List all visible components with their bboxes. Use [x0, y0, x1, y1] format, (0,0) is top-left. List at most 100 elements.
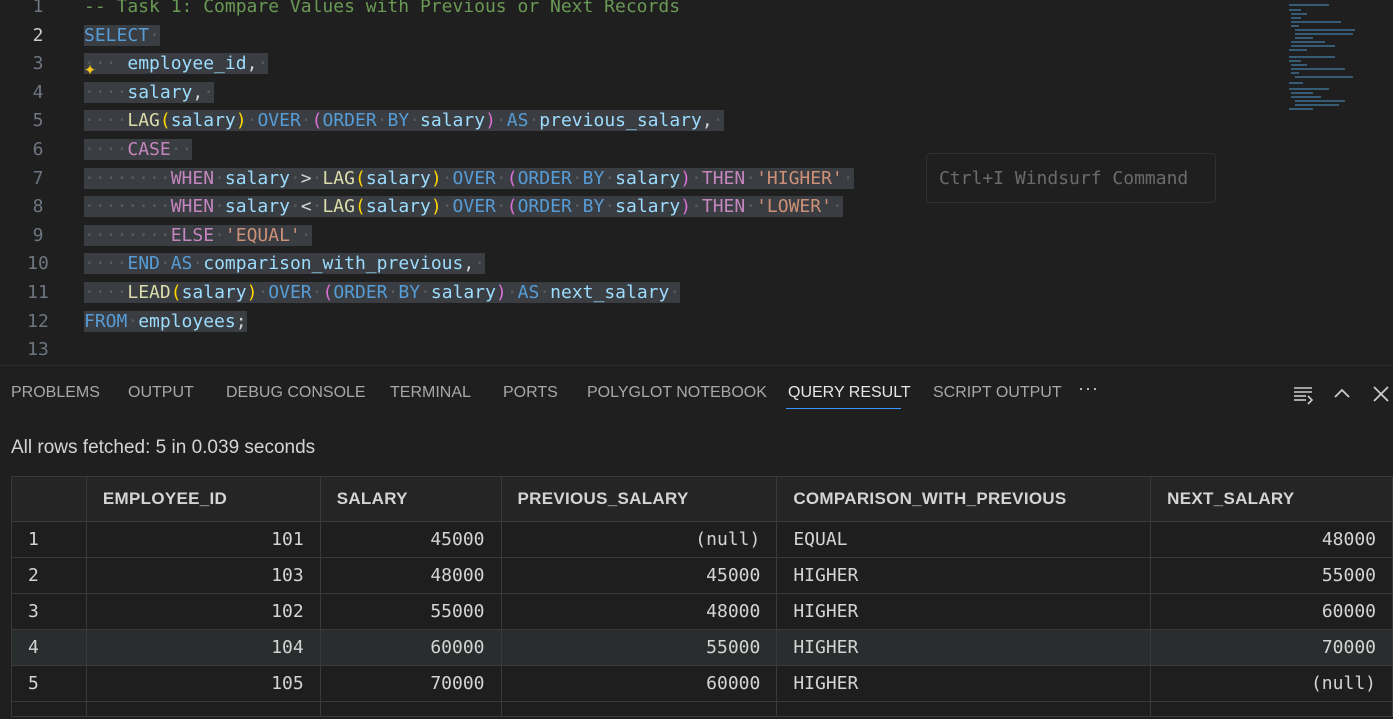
identifier-token: employee_id: [127, 53, 247, 75]
table-cell[interactable]: 48000: [319, 557, 502, 594]
table-cell[interactable]: 55000: [319, 593, 502, 630]
table-cell[interactable]: HIGHER: [776, 593, 1152, 630]
identifier-token: comparison_with_previous: [203, 253, 464, 275]
keyword-token: OVER: [452, 196, 496, 218]
keyword-token: ORDER: [517, 196, 572, 218]
minimap[interactable]: [1287, 0, 1393, 120]
code-line: ····LEAD(salary)·OVER·(ORDER·BY·salary)·…: [84, 281, 681, 303]
table-row[interactable]: 2 103 48000 45000 HIGHER 55000: [11, 557, 1393, 594]
tab-output[interactable]: OUTPUT: [128, 384, 194, 402]
panel-list-menu-icon[interactable]: [1292, 382, 1316, 406]
table-cell[interactable]: HIGHER: [776, 629, 1152, 666]
tab-problems[interactable]: PROBLEMS: [11, 384, 100, 402]
line-number: 4: [32, 81, 44, 103]
code-line: ··· employee_id,· ✦: [84, 50, 1393, 80]
line-number: 11: [27, 281, 49, 303]
table-row[interactable]: 1 101 45000 (null) EQUAL 48000: [11, 521, 1393, 558]
keyword-token: AS: [506, 110, 529, 132]
column-header[interactable]: COMPARISON_WITH_PREVIOUS: [776, 476, 1152, 522]
more-tabs-icon[interactable]: ···: [1078, 378, 1099, 399]
table-cell[interactable]: HIGHER: [776, 557, 1152, 594]
table-cell[interactable]: 104: [85, 629, 321, 666]
maximize-panel-icon[interactable]: [1330, 382, 1354, 406]
tab-query-result[interactable]: QUERY RESULT: [788, 384, 911, 402]
function-token: LAG: [127, 110, 160, 132]
table-cell[interactable]: 70000: [1150, 629, 1393, 666]
tab-terminal[interactable]: TERMINAL: [390, 384, 471, 402]
keyword-token: BY: [398, 281, 421, 303]
tab-debug-console[interactable]: DEBUG CONSOLE: [226, 384, 366, 402]
code-line: SELECT·: [84, 24, 160, 46]
keyword-token: OVER: [452, 167, 496, 189]
panel-tab-bar: PROBLEMS OUTPUT DEBUG CONSOLE TERMINAL P…: [0, 366, 1393, 422]
windsurf-command-hint[interactable]: Ctrl+I Windsurf Command: [926, 153, 1216, 203]
close-panel-icon[interactable]: [1369, 382, 1393, 406]
keyword-token: BY: [582, 167, 605, 189]
table-cell[interactable]: 102: [85, 593, 321, 630]
identifier-token: salary: [181, 281, 247, 303]
table-cell[interactable]: (null): [500, 521, 778, 558]
table-cell[interactable]: 60000: [319, 629, 502, 666]
code-line: ········ELSE·'EQUAL'·: [84, 224, 312, 246]
table-cell[interactable]: 105: [85, 665, 321, 702]
column-header[interactable]: NEXT_SALARY: [1150, 476, 1393, 522]
keyword-token: AS: [517, 281, 540, 303]
keyword-token: BY: [387, 110, 410, 132]
table-row[interactable]: 3 102 55000 48000 HIGHER 60000: [11, 593, 1393, 630]
tab-ports[interactable]: PORTS: [503, 384, 558, 402]
identifier-token: salary: [615, 196, 681, 218]
identifier-token: salary: [420, 110, 486, 132]
table-row[interactable]: 4 104 60000 55000 HIGHER 70000: [11, 629, 1393, 666]
table-cell[interactable]: 103: [85, 557, 321, 594]
tab-polyglot-notebook[interactable]: POLYGLOT NOTEBOOK: [587, 384, 767, 402]
code-line: ····salary,·: [84, 81, 215, 103]
keyword-token: WHEN: [170, 167, 215, 189]
table-cell[interactable]: 70000: [319, 665, 502, 702]
keyword-token: CASE: [127, 138, 171, 160]
line-number: 9: [32, 224, 44, 246]
code-line: ····LAG(salary)·OVER·(ORDER·BY·salary)·A…: [84, 110, 724, 132]
keyword-token: OVER: [268, 281, 312, 303]
query-result-grid[interactable]: EMPLOYEE_ID SALARY PREVIOUS_SALARY COMPA…: [11, 476, 1393, 717]
keyword-token: THEN: [701, 196, 746, 218]
table-cell[interactable]: 55000: [500, 629, 778, 666]
line-number: 5: [32, 110, 44, 132]
keyword-token: FROM: [84, 310, 128, 332]
column-header[interactable]: EMPLOYEE_ID: [85, 476, 321, 522]
line-number: 8: [32, 196, 44, 218]
table-cell[interactable]: (null): [1150, 665, 1393, 702]
table-cell[interactable]: EQUAL: [776, 521, 1152, 558]
function-token: LAG: [322, 196, 355, 218]
function-token: LEAD: [127, 281, 171, 303]
table-cell[interactable]: 60000: [500, 665, 778, 702]
table-cell[interactable]: 48000: [1150, 521, 1393, 558]
comment-token: -- Task 1: Compare Values with Previous …: [84, 0, 681, 17]
tab-script-output[interactable]: SCRIPT OUTPUT: [933, 384, 1062, 402]
grid-header-row: EMPLOYEE_ID SALARY PREVIOUS_SALARY COMPA…: [11, 476, 1393, 522]
keyword-token: SELECT: [84, 24, 150, 46]
table-cell[interactable]: 101: [85, 521, 321, 558]
keyword-token: OVER: [257, 110, 301, 132]
keyword-token: BY: [582, 196, 605, 218]
table-cell[interactable]: 48000: [500, 593, 778, 630]
table-cell[interactable]: 45000: [319, 521, 502, 558]
table-cell[interactable]: HIGHER: [776, 665, 1152, 702]
row-index: 5: [11, 665, 87, 702]
code-editor[interactable]: 1 2 3 4 5 6 7 8 9 10 11 12 13 -- Task 1:…: [0, 0, 1393, 365]
active-tab-indicator: [786, 408, 901, 409]
row-index: 4: [11, 629, 87, 666]
keyword-token: ELSE: [170, 224, 215, 246]
keyword-token: END: [127, 253, 160, 275]
table-cell[interactable]: 55000: [1150, 557, 1393, 594]
table-filler-row: [11, 701, 1393, 717]
line-number: 10: [27, 253, 49, 275]
table-cell[interactable]: 45000: [500, 557, 778, 594]
table-cell[interactable]: 60000: [1150, 593, 1393, 630]
column-header[interactable]: PREVIOUS_SALARY: [500, 476, 778, 522]
table-row[interactable]: 5 105 70000 60000 HIGHER (null): [11, 665, 1393, 702]
column-header[interactable]: SALARY: [319, 476, 502, 522]
keyword-token: AS: [170, 253, 193, 275]
keyword-token: ORDER: [333, 281, 388, 303]
row-index: 1: [11, 521, 87, 558]
